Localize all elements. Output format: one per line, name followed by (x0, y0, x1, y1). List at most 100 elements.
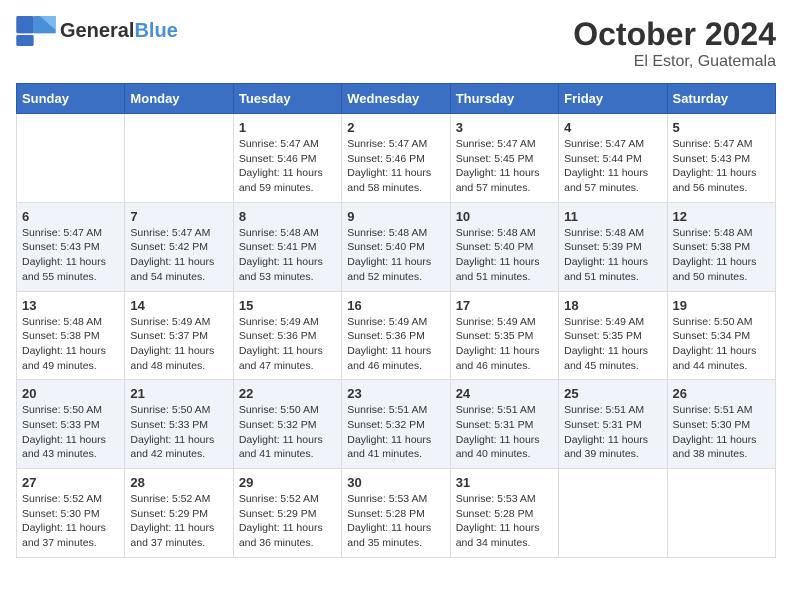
day-info: Sunrise: 5:50 AM Sunset: 5:33 PM Dayligh… (130, 403, 227, 462)
day-number: 25 (564, 386, 661, 401)
day-info: Sunrise: 5:49 AM Sunset: 5:36 PM Dayligh… (239, 315, 336, 374)
table-row: 8 Sunrise: 5:48 AM Sunset: 5:41 PM Daylig… (233, 202, 341, 291)
table-row: 16Sunrise: 5:49 AM Sunset: 5:36 PM Dayli… (342, 291, 450, 380)
table-row: 5 Sunrise: 5:47 AM Sunset: 5:43 PM Daylig… (667, 114, 775, 203)
table-row: 28 Sunrise: 5:52 AM Sunset: 5:29 PM Dayli… (125, 469, 233, 558)
table-row: 3Sunrise: 5:47 AM Sunset: 5:45 PM Daylig… (450, 114, 558, 203)
table-row: 23 Sunrise: 5:51 AM Sunset: 5:32 PM Dayli… (342, 380, 450, 469)
logo-text-block: GeneralBlue (60, 20, 178, 42)
day-number: 6 (22, 209, 119, 224)
day-info: Sunrise: 5:53 AM Sunset: 5:28 PM Dayligh… (347, 492, 444, 551)
table-row: 31 Sunrise: 5:53 AM Sunset: 5:28 PM Dayli… (450, 469, 558, 558)
table-row (667, 469, 775, 558)
day-number: 19 (673, 298, 770, 313)
table-row: 7Sunrise: 5:47 AM Sunset: 5:42 PM Daylig… (125, 202, 233, 291)
day-number: 20 (22, 386, 119, 401)
day-number: 26 (673, 386, 770, 401)
day-info: Sunrise: 5:48 AM Sunset: 5:38 PM Dayligh… (22, 315, 119, 374)
day-info: Sunrise: 5:51 AM Sunset: 5:31 PM Dayligh… (564, 403, 661, 462)
logo-blue: Blue (134, 20, 177, 42)
day-number: 1 (239, 120, 336, 135)
day-number: 27 (22, 475, 119, 490)
day-info: Sunrise: 5:48 AM Sunset: 5:39 PM Dayligh… (564, 226, 661, 285)
page-header: GeneralBlue October 2024 El Estor, Guate… (16, 16, 776, 71)
table-row: 12Sunrise: 5:48 AM Sunset: 5:38 PM Dayli… (667, 202, 775, 291)
table-row: 1 Sunrise: 5:47 AM Sunset: 5:46 PM Daylig… (233, 114, 341, 203)
day-info: Sunrise: 5:52 AM Sunset: 5:29 PM Dayligh… (239, 492, 336, 551)
title-block: October 2024 El Estor, Guatemala (573, 16, 776, 71)
day-info: Sunrise: 5:47 AM Sunset: 5:43 PM Dayligh… (22, 226, 119, 285)
table-row: 6 Sunrise: 5:47 AM Sunset: 5:43 PM Daylig… (17, 202, 125, 291)
day-number: 4 (564, 120, 661, 135)
day-number: 18 (564, 298, 661, 313)
calendar-week-row: 13 Sunrise: 5:48 AM Sunset: 5:38 PM Dayli… (17, 291, 776, 380)
day-info: Sunrise: 5:50 AM Sunset: 5:34 PM Dayligh… (673, 315, 770, 374)
table-row: 20Sunrise: 5:50 AM Sunset: 5:33 PM Dayli… (17, 380, 125, 469)
table-row: 26Sunrise: 5:51 AM Sunset: 5:30 PM Dayli… (667, 380, 775, 469)
calendar-header-row: Sunday Monday Tuesday Wednesday Thursday… (17, 84, 776, 114)
day-number: 22 (239, 386, 336, 401)
day-info: Sunrise: 5:47 AM Sunset: 5:44 PM Dayligh… (564, 137, 661, 196)
day-number: 28 (130, 475, 227, 490)
day-number: 13 (22, 298, 119, 313)
table-row: 11 Sunrise: 5:48 AM Sunset: 5:39 PM Dayli… (559, 202, 667, 291)
day-info: Sunrise: 5:53 AM Sunset: 5:28 PM Dayligh… (456, 492, 553, 551)
day-info: Sunrise: 5:52 AM Sunset: 5:29 PM Dayligh… (130, 492, 227, 551)
day-info: Sunrise: 5:48 AM Sunset: 5:38 PM Dayligh… (673, 226, 770, 285)
table-row: 13 Sunrise: 5:48 AM Sunset: 5:38 PM Dayli… (17, 291, 125, 380)
logo-icon (16, 16, 56, 46)
table-row: 30 Sunrise: 5:53 AM Sunset: 5:28 PM Dayli… (342, 469, 450, 558)
day-info: Sunrise: 5:49 AM Sunset: 5:36 PM Dayligh… (347, 315, 444, 374)
day-number: 31 (456, 475, 553, 490)
calendar-week-row: 1 Sunrise: 5:47 AM Sunset: 5:46 PM Daylig… (17, 114, 776, 203)
table-row: 29 Sunrise: 5:52 AM Sunset: 5:29 PM Dayli… (233, 469, 341, 558)
header-tuesday: Tuesday (233, 84, 341, 114)
day-number: 8 (239, 209, 336, 224)
day-number: 10 (456, 209, 553, 224)
day-number: 11 (564, 209, 661, 224)
table-row: 24Sunrise: 5:51 AM Sunset: 5:31 PM Dayli… (450, 380, 558, 469)
table-row: 4 Sunrise: 5:47 AM Sunset: 5:44 PM Daylig… (559, 114, 667, 203)
day-info: Sunrise: 5:47 AM Sunset: 5:46 PM Dayligh… (239, 137, 336, 196)
table-row: 15 Sunrise: 5:49 AM Sunset: 5:36 PM Dayli… (233, 291, 341, 380)
day-number: 29 (239, 475, 336, 490)
calendar-week-row: 20 Sunrise: 5:50 AM Sunset: 5:33 PM Dayli… (17, 380, 776, 469)
header-saturday: Saturday (667, 84, 775, 114)
header-thursday: Thursday (450, 84, 558, 114)
day-number: 7 (130, 209, 227, 224)
day-info: Sunrise: 5:51 AM Sunset: 5:32 PM Dayligh… (347, 403, 444, 462)
header-monday: Monday (125, 84, 233, 114)
day-number: 30 (347, 475, 444, 490)
day-number: 23 (347, 386, 444, 401)
day-number: 21 (130, 386, 227, 401)
day-number: 5 (673, 120, 770, 135)
table-row (17, 114, 125, 203)
table-row (125, 114, 233, 203)
table-row: 25 Sunrise: 5:51 AM Sunset: 5:31 PM Dayli… (559, 380, 667, 469)
day-info: Sunrise: 5:47 AM Sunset: 5:45 PM Dayligh… (456, 137, 553, 196)
table-row: 22 Sunrise: 5:50 AM Sunset: 5:32 PM Dayli… (233, 380, 341, 469)
day-info: Sunrise: 5:47 AM Sunset: 5:46 PM Dayligh… (347, 137, 444, 196)
day-info: Sunrise: 5:48 AM Sunset: 5:40 PM Dayligh… (456, 226, 553, 285)
header-sunday: Sunday (17, 84, 125, 114)
table-row: 27 Sunrise: 5:52 AM Sunset: 5:30 PM Dayli… (17, 469, 125, 558)
table-row: 21 Sunrise: 5:50 AM Sunset: 5:33 PM Dayli… (125, 380, 233, 469)
table-row: 9 Sunrise: 5:48 AM Sunset: 5:40 PM Daylig… (342, 202, 450, 291)
day-info: Sunrise: 5:52 AM Sunset: 5:30 PM Dayligh… (22, 492, 119, 551)
day-info: Sunrise: 5:49 AM Sunset: 5:35 PM Dayligh… (456, 315, 553, 374)
day-info: Sunrise: 5:48 AM Sunset: 5:40 PM Dayligh… (347, 226, 444, 285)
table-row: 10 Sunrise: 5:48 AM Sunset: 5:40 PM Dayli… (450, 202, 558, 291)
table-row: 17Sunrise: 5:49 AM Sunset: 5:35 PM Dayli… (450, 291, 558, 380)
day-number: 9 (347, 209, 444, 224)
calendar-week-row: 6 Sunrise: 5:47 AM Sunset: 5:43 PM Daylig… (17, 202, 776, 291)
table-row (559, 469, 667, 558)
day-number: 15 (239, 298, 336, 313)
day-number: 14 (130, 298, 227, 313)
header-friday: Friday (559, 84, 667, 114)
day-info: Sunrise: 5:47 AM Sunset: 5:43 PM Dayligh… (673, 137, 770, 196)
day-info: Sunrise: 5:50 AM Sunset: 5:32 PM Dayligh… (239, 403, 336, 462)
day-info: Sunrise: 5:48 AM Sunset: 5:41 PM Dayligh… (239, 226, 336, 285)
logo: GeneralBlue (16, 16, 178, 46)
day-info: Sunrise: 5:51 AM Sunset: 5:31 PM Dayligh… (456, 403, 553, 462)
header-wednesday: Wednesday (342, 84, 450, 114)
